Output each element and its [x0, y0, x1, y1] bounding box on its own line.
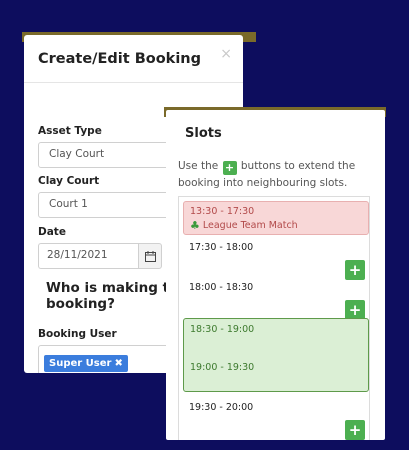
add-slot-button[interactable]: + [345, 420, 365, 440]
selected-slot[interactable]: 18:30 - 19:00 19:00 - 19:30 [183, 318, 369, 392]
slots-panel: Slots Use the + buttons to extend the bo… [166, 110, 385, 440]
slots-title: Slots [185, 126, 222, 141]
booked-slot-name: ♣ League Team Match [190, 219, 362, 232]
slot-item: 18:00 - 18:30 + [183, 282, 369, 322]
user-tag-label: Super User [49, 358, 112, 369]
selected-slot-time: 18:30 - 19:00 [190, 324, 255, 335]
calendar-button[interactable] [138, 243, 162, 269]
booked-slot-title: League Team Match [202, 220, 298, 231]
slots-description: Use the + buttons to extend the booking … [178, 158, 368, 191]
selected-slot-time: 19:00 - 19:30 [190, 362, 255, 373]
clay-court-label: Clay Court [38, 175, 100, 187]
slot-list: 13:30 - 17:30 ♣ League Team Match 17:30 … [178, 196, 370, 440]
date-input[interactable]: 28/11/2021 [38, 243, 138, 269]
date-label: Date [38, 226, 66, 238]
asset-type-label: Asset Type [38, 125, 102, 137]
close-icon[interactable]: × [220, 46, 232, 62]
date-field: 28/11/2021 [38, 243, 162, 269]
booked-slot-time: 13:30 - 17:30 [190, 206, 255, 217]
club-icon: ♣ [190, 219, 200, 232]
modal-header: Create/Edit Booking × [24, 35, 243, 83]
slot-time: 17:30 - 18:00 [189, 242, 254, 253]
modal-title: Create/Edit Booking [38, 50, 201, 67]
booking-user-label: Booking User [38, 328, 117, 340]
slot-item: 17:30 - 18:00 + [183, 242, 369, 282]
plus-icon: + [222, 161, 237, 175]
remove-icon[interactable]: ✖ [114, 358, 122, 369]
desc-text-before: Use the [178, 160, 219, 172]
add-slot-button[interactable]: + [345, 260, 365, 280]
calendar-icon [144, 250, 156, 262]
booked-slot[interactable]: 13:30 - 17:30 ♣ League Team Match [183, 201, 369, 235]
slot-item: 19:30 - 20:00 + [183, 402, 369, 440]
user-tag: Super User ✖ [44, 355, 128, 372]
slot-time: 18:00 - 18:30 [189, 282, 254, 293]
add-slot-button[interactable]: + [345, 300, 365, 320]
slot-time: 19:30 - 20:00 [189, 402, 254, 413]
